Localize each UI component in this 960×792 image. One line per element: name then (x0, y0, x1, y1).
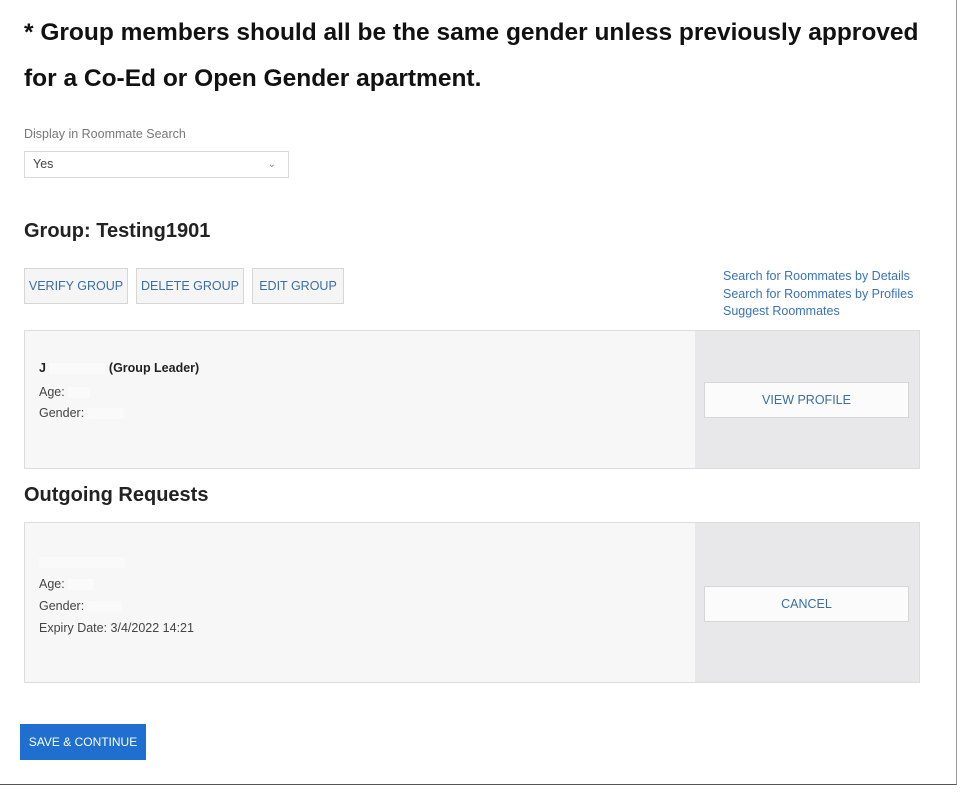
member-role: (Group Leader) (108, 361, 200, 375)
cancel-request-button[interactable]: CANCEL (704, 586, 909, 622)
member-gender-line: Gender: (39, 406, 124, 420)
member-gender-label: Gender: (39, 406, 85, 420)
view-profile-button[interactable]: VIEW PROFILE (704, 382, 909, 418)
redacted-gender (87, 408, 124, 420)
request-gender-line: Gender: (39, 599, 122, 613)
redacted-request-gender (87, 601, 122, 613)
member-age-label: Age: (39, 385, 65, 399)
delete-group-button[interactable]: DELETE GROUP (136, 268, 244, 304)
redacted-request-age (68, 579, 95, 591)
chevron-down-icon: ⌄ (267, 159, 276, 170)
suggest-roommates-link[interactable]: Suggest Roommates (723, 303, 913, 321)
request-expiry: Expiry Date: 3/4/2022 14:21 (39, 621, 194, 635)
page: * Group members should all be the same g… (0, 0, 957, 785)
display-search-label: Display in Roommate Search (24, 127, 186, 141)
group-title: Group: Testing1901 (24, 220, 211, 242)
display-search-select[interactable]: Yes ⌄ (24, 151, 289, 178)
search-by-details-link[interactable]: Search for Roommates by Details (723, 268, 913, 286)
search-by-profiles-link[interactable]: Search for Roommates by Profiles (723, 286, 913, 304)
display-search-value: Yes (33, 157, 54, 171)
group-member-card: J (Group Leader) Age: Gender: VIEW PROFI… (24, 330, 920, 469)
gender-notice: * Group members should all be the same g… (24, 19, 919, 92)
verify-group-button[interactable]: VERIFY GROUP (24, 268, 128, 304)
member-name-line: J (Group Leader) (39, 361, 199, 375)
roommate-links: Search for Roommates by Details Search f… (723, 268, 913, 321)
redacted-request-name (39, 557, 125, 569)
request-name-line (39, 555, 125, 569)
request-age-line: Age: (39, 577, 95, 591)
member-name: J (39, 361, 46, 375)
redacted-name (49, 363, 106, 375)
edit-group-button[interactable]: EDIT GROUP (252, 268, 344, 304)
redacted-age (68, 387, 91, 399)
save-continue-button[interactable]: SAVE & CONTINUE (20, 724, 146, 760)
outgoing-request-card: Age: Gender: Expiry Date: 3/4/2022 14:21… (24, 522, 920, 683)
request-gender-label: Gender: (39, 599, 85, 613)
outgoing-requests-title: Outgoing Requests (24, 484, 209, 506)
member-age-line: Age: (39, 385, 91, 399)
request-age-label: Age: (39, 577, 65, 591)
